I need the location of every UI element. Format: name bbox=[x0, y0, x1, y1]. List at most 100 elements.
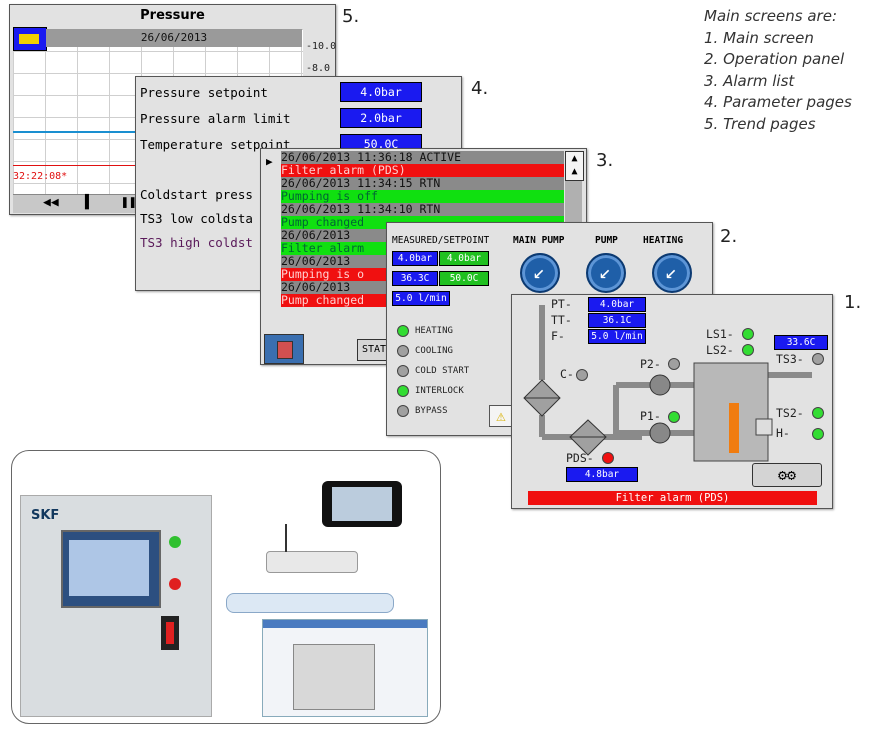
control-cabinet: SKF bbox=[20, 495, 212, 717]
pressure-measured: 4.0bar bbox=[392, 251, 438, 266]
param-label: TS3 low coldsta bbox=[140, 211, 253, 226]
scroll-up-icon[interactable]: ▲ ▲ bbox=[565, 151, 584, 181]
ls1-label: LS1- bbox=[706, 327, 734, 341]
ts3-led-icon bbox=[812, 353, 824, 365]
screen-number-5: 5. bbox=[342, 6, 360, 27]
main-switch-icon bbox=[161, 616, 179, 650]
state-label: COLD START bbox=[415, 366, 470, 376]
ts2-label: TS2- bbox=[776, 406, 804, 420]
pds-label: PDS- bbox=[566, 451, 594, 465]
cooling-led-icon bbox=[397, 345, 409, 357]
param-label: TS3 high coldst bbox=[140, 235, 253, 250]
trend-menu-icon[interactable] bbox=[13, 27, 47, 51]
state-label: COOLING bbox=[415, 346, 453, 356]
arrow-icon: ↓ bbox=[527, 260, 553, 286]
main-pump-label: MAIN PUMP bbox=[513, 235, 565, 246]
c-led-icon bbox=[576, 369, 588, 381]
heating-label: HEATING bbox=[643, 235, 684, 246]
measured-setpoint-title: MEASURED/SETPOINT bbox=[392, 235, 490, 246]
f-label: F- bbox=[551, 329, 565, 343]
ts3-label: TS3- bbox=[776, 352, 804, 366]
state-label: HEATING bbox=[415, 326, 453, 336]
screen-number-2: 2. bbox=[720, 226, 738, 247]
red-lamp-icon bbox=[169, 578, 181, 590]
p2-label: P2- bbox=[640, 357, 661, 371]
temperature-measured: 36.3C bbox=[392, 271, 438, 286]
network-pipe bbox=[226, 593, 394, 613]
main-screen: PT- 4.0bar TT- 36.1C F- 5.0 l/min C- P2-… bbox=[511, 294, 833, 509]
h-label: H- bbox=[776, 426, 790, 440]
interlock-led-icon bbox=[397, 385, 409, 397]
router-icon bbox=[266, 524, 358, 573]
tt-label: TT- bbox=[551, 313, 572, 327]
alarm-row[interactable]: Pumping is off bbox=[281, 190, 564, 203]
param-label: Pressure setpoint bbox=[140, 85, 268, 100]
screen-number-4: 4. bbox=[471, 78, 489, 99]
param-value[interactable]: 2.0bar bbox=[340, 108, 422, 128]
legend-item: 5. Trend pages bbox=[704, 114, 816, 133]
rewind-button[interactable]: ◀◀ bbox=[43, 195, 59, 210]
trend-title: Pressure bbox=[140, 8, 205, 23]
settings-gears-icon[interactable]: ⚙⚙ bbox=[752, 463, 822, 487]
trend-date: 26/06/2013 bbox=[46, 29, 302, 47]
temperature-setpoint[interactable]: 50.0C bbox=[439, 271, 489, 286]
trash-icon[interactable] bbox=[264, 334, 304, 364]
p1-led-icon bbox=[668, 411, 680, 423]
h-led-icon bbox=[812, 428, 824, 440]
green-lamp-icon bbox=[169, 536, 181, 548]
hmi-panel-icon bbox=[61, 530, 161, 608]
param-label: Pressure alarm limit bbox=[140, 111, 291, 126]
tt-value: 36.1C bbox=[588, 313, 646, 328]
legend-item: 2. Operation panel bbox=[704, 50, 845, 68]
heating-button[interactable]: ↓ bbox=[652, 253, 692, 293]
alarm-row[interactable]: 26/06/2013 11:34:10 RTN bbox=[281, 203, 564, 216]
screens-legend: Main screens are: 1. Main screen 2. Oper… bbox=[704, 6, 852, 135]
alarm-banner: Filter alarm (PDS) bbox=[528, 491, 817, 505]
c-label: C- bbox=[560, 367, 574, 381]
pressure-setpoint[interactable]: 4.0bar bbox=[439, 251, 489, 266]
state-label: BYPASS bbox=[415, 406, 448, 416]
selection-arrow-icon: ▶ bbox=[266, 155, 273, 168]
y-tick-label: -8.0 bbox=[306, 63, 331, 74]
f-value: 5.0 l/min bbox=[588, 329, 646, 344]
p1-label: P1- bbox=[640, 409, 661, 423]
system-overview-photo: SKF bbox=[11, 450, 441, 724]
legend-item: 3. Alarm list bbox=[704, 71, 795, 90]
main-pump-button[interactable]: ↓ bbox=[520, 253, 560, 293]
bypass-led-icon bbox=[397, 405, 409, 417]
pds-led-icon bbox=[602, 452, 614, 464]
screen-number-1: 1. bbox=[844, 292, 862, 313]
ls2-led-icon bbox=[742, 344, 754, 356]
pump-label: PUMP bbox=[595, 235, 618, 246]
smartphone-icon bbox=[322, 481, 402, 527]
alarm-row[interactable]: 26/06/2013 11:34:15 RTN bbox=[281, 177, 564, 190]
flow-measured: 5.0 l/min bbox=[392, 291, 450, 306]
alarm-row[interactable]: Filter alarm (PDS) bbox=[281, 164, 564, 177]
arrow-icon: ↓ bbox=[659, 260, 685, 286]
cold-start-led-icon bbox=[397, 365, 409, 377]
alarm-row[interactable]: 26/06/2013 11:36:18 ACTIVE bbox=[281, 151, 564, 164]
trend-time: 32:22:08* bbox=[13, 171, 68, 182]
param-value[interactable]: 4.0bar bbox=[340, 82, 422, 102]
skf-logo: SKF bbox=[31, 508, 60, 523]
ls2-label: LS2- bbox=[706, 343, 734, 357]
param-label: Coldstart press bbox=[140, 187, 253, 202]
legend-item: 4. Parameter pages bbox=[704, 93, 852, 111]
legend-heading: Main screens are: bbox=[704, 7, 837, 25]
pt-label: PT- bbox=[551, 297, 572, 311]
state-label: INTERLOCK bbox=[415, 386, 464, 396]
ts3-value: 33.6C bbox=[774, 335, 828, 350]
warning-icon[interactable]: ⚠ bbox=[489, 405, 513, 427]
p2-led-icon bbox=[668, 358, 680, 370]
y-tick-label: -10.0 bbox=[306, 41, 337, 52]
pt-value: 4.0bar bbox=[588, 297, 646, 312]
pump-button[interactable]: ↓ bbox=[586, 253, 626, 293]
ts2-led-icon bbox=[812, 407, 824, 419]
stop-button[interactable]: ▌ bbox=[85, 195, 93, 210]
pds-value: 4.8bar bbox=[566, 467, 638, 482]
screen-number-3: 3. bbox=[596, 150, 614, 171]
heating-led-icon bbox=[397, 325, 409, 337]
browser-screenshot-icon bbox=[262, 619, 428, 717]
legend-item: 1. Main screen bbox=[704, 28, 814, 47]
ls1-led-icon bbox=[742, 328, 754, 340]
